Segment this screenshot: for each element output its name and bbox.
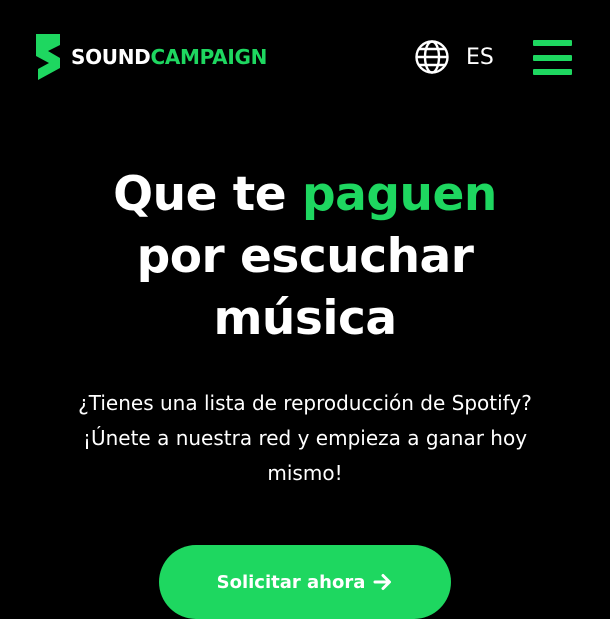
hero-title-accent: paguen bbox=[302, 167, 497, 222]
hamburger-menu-icon[interactable] bbox=[533, 40, 572, 75]
language-code: ES bbox=[466, 44, 494, 70]
brand-name-part2: CAMPAIGN bbox=[150, 45, 268, 69]
hero-title-part3: música bbox=[213, 291, 397, 346]
menu-bar-top bbox=[533, 40, 572, 46]
menu-bar-bottom bbox=[533, 69, 572, 75]
brand-logo[interactable]: SOUNDCAMPAIGN bbox=[32, 34, 267, 80]
arrow-right-icon bbox=[373, 574, 392, 590]
menu-bar-middle bbox=[533, 55, 572, 61]
brand-name: SOUNDCAMPAIGN bbox=[71, 45, 267, 69]
hero-title: Que te paguen por escuchar música bbox=[0, 164, 610, 350]
brand-name-part1: SOUND bbox=[71, 45, 151, 69]
hero-subtitle: ¿Tienes una lista de reproducción de Spo… bbox=[78, 391, 532, 485]
hero-title-part2: por escuchar bbox=[136, 229, 474, 284]
hero-title-part1: Que te bbox=[113, 167, 303, 222]
apply-now-label: Solicitar ahora bbox=[216, 571, 366, 593]
globe-icon bbox=[415, 40, 449, 74]
site-header: SOUNDCAMPAIGN ES bbox=[0, 0, 610, 115]
language-selector[interactable]: ES bbox=[414, 39, 494, 75]
soundcampaign-logo-icon bbox=[36, 34, 60, 80]
apply-now-button[interactable]: Solicitar ahora bbox=[159, 545, 451, 619]
